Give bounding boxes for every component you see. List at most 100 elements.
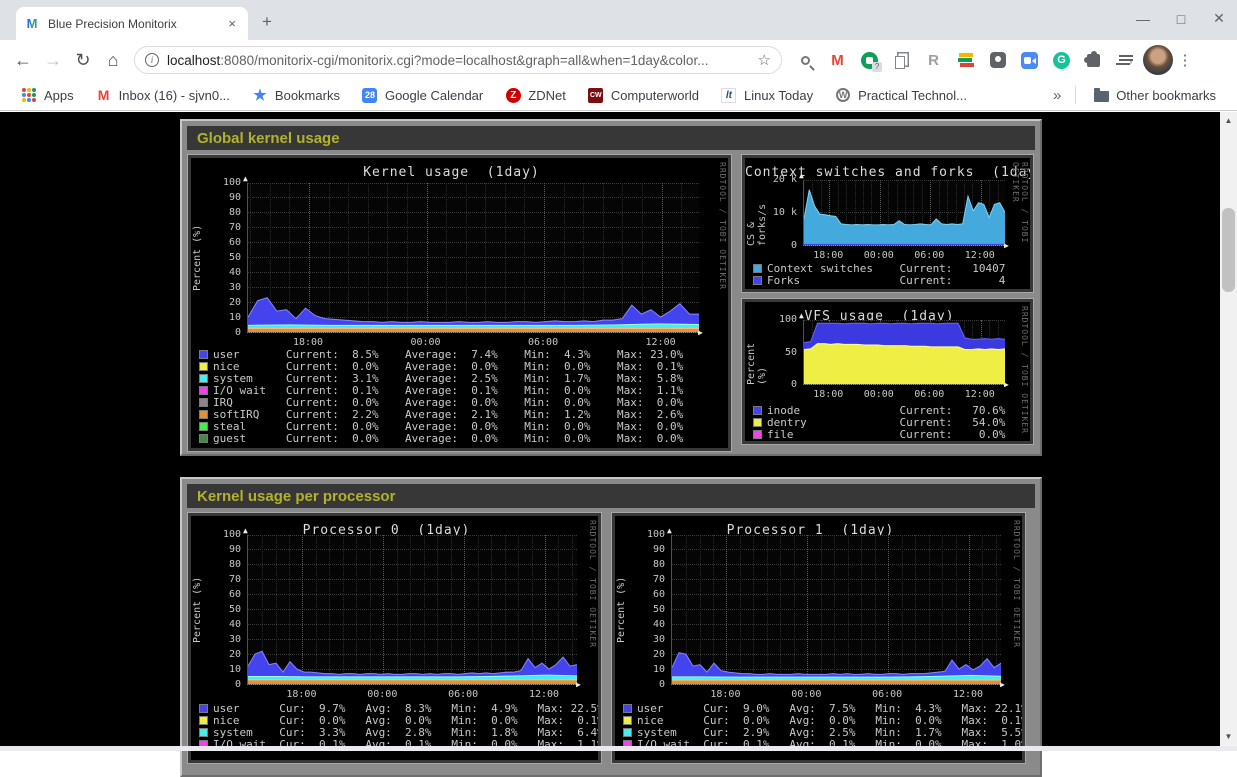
y-tick-label: 40: [201, 267, 241, 278]
page-info-icon[interactable]: i: [145, 53, 159, 67]
graph-title: Kernel usage (1day): [191, 165, 712, 180]
playlist-icon[interactable]: [1112, 47, 1139, 74]
copy-pages-icon[interactable]: [888, 47, 915, 74]
address-bar[interactable]: i localhost:8080/monitorix-cgi/monitorix…: [134, 46, 782, 74]
camera-icon[interactable]: [1016, 47, 1043, 74]
graph-processor-1[interactable]: Processor 1 (1day) Percent (%) RRDTOOL /…: [611, 512, 1026, 764]
bookmark-item-linux-today[interactable]: ltLinux Today: [721, 87, 813, 103]
y-tick-label: 50: [201, 604, 241, 615]
reload-button[interactable]: ↻: [68, 45, 98, 75]
x-tick-label: 06:00: [909, 389, 949, 400]
x-tick-label: 00:00: [786, 689, 826, 700]
bookmark-item-bookmarks[interactable]: ★Bookmarks: [252, 87, 340, 103]
maximize-button[interactable]: □: [1173, 11, 1189, 27]
legend-color-swatch: [199, 728, 208, 737]
graph-legend: Context switches Current: 10407Forks Cur…: [753, 262, 1028, 286]
legend-color-swatch: [753, 406, 762, 415]
bookmark-item-inbox-16-sjvn0[interactable]: MInbox (16) - sjvn0...: [96, 87, 230, 103]
bookmark-label: Practical Technol...: [858, 88, 967, 103]
y-tick-label: 90: [201, 544, 241, 555]
bookmark-item-computerworld[interactable]: CWComputerworld: [588, 87, 699, 103]
graph-vfs-usage[interactable]: VFS usage (1day) Percent (%) RRDTOOL / T…: [741, 298, 1034, 445]
x-tick-label: 00:00: [859, 250, 899, 261]
y-tick-label: 0: [201, 679, 241, 690]
x-tick-label: 06:00: [909, 250, 949, 261]
bookmark-label: Linux Today: [744, 88, 813, 103]
scroll-up-icon[interactable]: ▲: [1220, 114, 1237, 128]
url-host: localhost: [167, 53, 220, 68]
home-button[interactable]: ⌂: [98, 45, 128, 75]
legend-row-user: user Cur: 9.7% Avg: 8.3% Min: 4.9% Max: …: [199, 702, 596, 714]
legend-row-user: user Cur: 9.0% Avg: 7.5% Min: 4.3% Max: …: [623, 702, 1020, 714]
bookmark-label: Computerworld: [611, 88, 699, 103]
x-tick-label: 18:00: [281, 689, 321, 700]
bookmark-item-apps[interactable]: Apps: [21, 87, 74, 103]
new-tab-button[interactable]: +: [262, 12, 272, 32]
legend-color-swatch: [623, 728, 632, 737]
legend-color-swatch: [753, 430, 762, 439]
y-axis-arrow-icon: ▲: [667, 526, 672, 535]
browser-tab[interactable]: M Blue Precision Monitorix ×: [16, 7, 248, 40]
y-tick-label: 80: [625, 559, 665, 570]
close-window-button[interactable]: ✕: [1211, 10, 1227, 27]
y-tick-label: 10 k: [757, 207, 797, 218]
x-tick-label: 12:00: [960, 389, 1000, 400]
x-tick-label: 18:00: [808, 250, 848, 261]
legend-row-user: user Current: 8.5% Average: 7.4% Min: 4.…: [199, 348, 726, 360]
x-tick-label: 12:00: [641, 337, 681, 348]
legend-row-dentry: dentry Current: 54.0%: [753, 416, 1028, 428]
profile-avatar[interactable]: [1143, 45, 1173, 75]
graph-kernel-usage[interactable]: Kernel usage (1day) Percent (%) RRDTOOL …: [187, 154, 732, 452]
lamp-icon[interactable]: [984, 47, 1011, 74]
y-tick-label: 70: [201, 574, 241, 585]
monitorix-favicon-icon: M: [24, 16, 40, 31]
gmail-icon[interactable]: M: [824, 47, 851, 74]
plot-area: [671, 535, 1001, 685]
scrollbar[interactable]: ▲ ▼: [1220, 112, 1237, 746]
bookmarks-overflow-chevron[interactable]: »: [1053, 87, 1061, 104]
bookmark-item-practical-technol[interactable]: W Practical Technol...: [835, 87, 967, 103]
y-tick-label: 30: [201, 282, 241, 293]
bookmark-item-google-calendar[interactable]: 28Google Calendar: [362, 87, 483, 103]
forward-button[interactable]: →: [38, 45, 68, 75]
legend-row-softirq: softIRQ Current: 2.2% Average: 2.1% Min:…: [199, 408, 726, 420]
section-title: Kernel usage per processor: [187, 484, 1035, 508]
bookmark-label: Google Calendar: [385, 88, 483, 103]
zdnet-favicon-icon: Z: [505, 87, 521, 103]
bookmark-item-zdnet[interactable]: ZZDNet: [505, 87, 566, 103]
legend-row-inode: inode Current: 70.6%: [753, 404, 1028, 416]
books-icon[interactable]: [952, 47, 979, 74]
section-global-kernel-usage: Global kernel usage Kernel usage (1day) …: [180, 119, 1042, 456]
search-icon[interactable]: [792, 47, 819, 74]
bookmarks-bar: Apps MInbox (16) - sjvn0... ★Bookmarks 28Go…: [0, 80, 1237, 111]
browser-menu-icon[interactable]: ⋮: [1173, 51, 1197, 69]
graph-context-switches[interactable]: Context switches and forks (1day) CS & f…: [741, 154, 1034, 293]
puzzle-icon[interactable]: [1080, 47, 1107, 74]
extension-icons: MRG: [792, 47, 1139, 74]
scroll-down-icon[interactable]: ▼: [1220, 730, 1237, 744]
tab-title: Blue Precision Monitorix: [48, 17, 224, 31]
grammarly-icon[interactable]: G: [1048, 47, 1075, 74]
y-tick-label: 50: [201, 252, 241, 263]
r-icon[interactable]: R: [920, 47, 947, 74]
bookmark-star-icon[interactable]: ☆: [758, 51, 771, 69]
y-tick-label: 100: [201, 529, 241, 540]
back-button[interactable]: ←: [8, 45, 38, 75]
legend-text: guest Current: 0.0% Average: 0.0% Min: 0…: [213, 432, 683, 445]
close-tab-icon[interactable]: ×: [224, 14, 240, 33]
minimize-button[interactable]: —: [1135, 11, 1151, 27]
legend-color-swatch: [199, 398, 208, 407]
y-tick-label: 0: [757, 240, 797, 251]
phone-icon[interactable]: [856, 47, 883, 74]
legend-row-nice: nice Cur: 0.0% Avg: 0.0% Min: 0.0% Max: …: [623, 714, 1020, 726]
graph-processor-0[interactable]: Processor 0 (1day) Percent (%) RRDTOOL /…: [187, 512, 602, 764]
graph-legend: user Current: 8.5% Average: 7.4% Min: 4.…: [199, 348, 726, 444]
scrollbar-thumb[interactable]: [1222, 208, 1235, 292]
legend-color-swatch: [199, 704, 208, 713]
wp-favicon-icon: W: [835, 87, 851, 103]
y-tick-label: 40: [201, 619, 241, 630]
other-bookmarks-button[interactable]: Other bookmarks: [1093, 87, 1216, 103]
y-tick-label: 0: [757, 379, 797, 390]
legend-row-system: system Current: 3.1% Average: 2.5% Min: …: [199, 372, 726, 384]
y-tick-label: 90: [625, 544, 665, 555]
